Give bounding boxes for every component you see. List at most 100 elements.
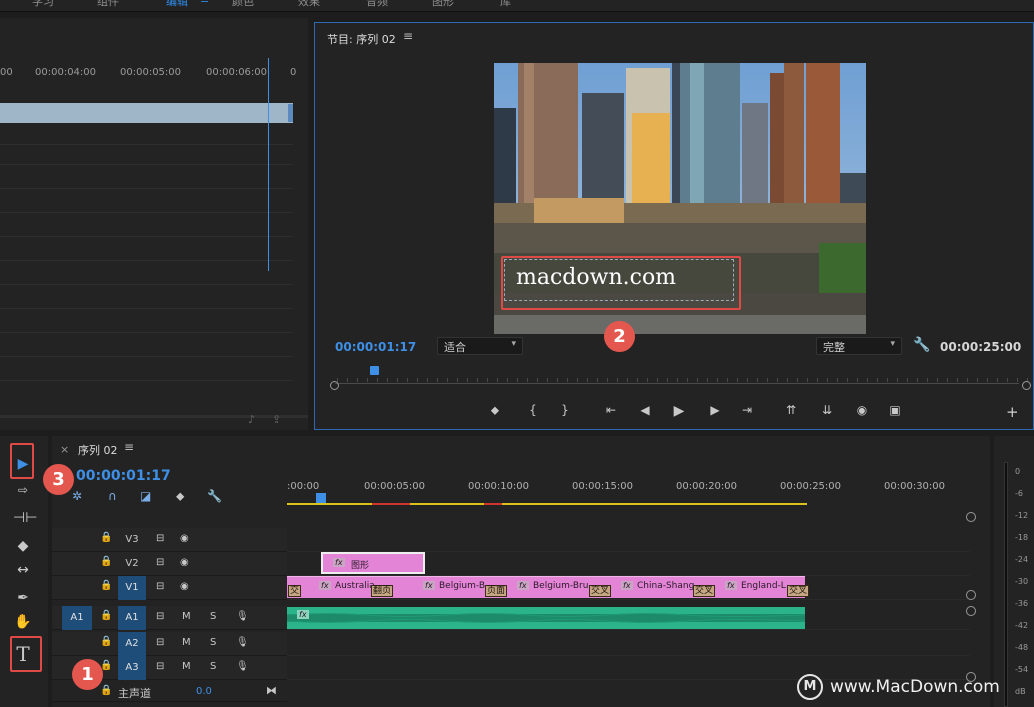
play-icon[interactable]: ▶ [671,403,687,419]
zoom-handle-right[interactable] [1022,381,1031,390]
add-button-icon[interactable]: + [1006,403,1019,421]
track-name-v1[interactable]: V1 [118,576,146,600]
hand-tool-icon[interactable]: ✋ [13,612,33,632]
lock-icon[interactable]: 🔒 [100,532,112,543]
workspace-tab-color[interactable]: 颜色 [232,0,254,9]
track-name-v2[interactable]: V2 [118,552,146,576]
track-select-tool-icon[interactable]: ⇨ [13,480,33,500]
timeline-time-ruler[interactable]: :00:00 00:00:05:00 00:00:10:00 00:00:15:… [287,480,970,510]
add-marker-icon[interactable]: ⬥ [487,403,503,418]
v1-clip-label[interactable]: England-L [741,581,786,591]
audio-clip[interactable]: fx [287,607,805,629]
zoom-handle-left[interactable] [330,381,339,390]
track-name-a2[interactable]: A2 [118,632,146,656]
timeline-menu-icon[interactable]: ≡ [124,440,134,454]
mute-button[interactable]: M [182,661,191,672]
v1-clip-label[interactable]: China-Shang [637,581,694,591]
slip-tool-icon[interactable]: ↔ [13,560,33,580]
transition-marker[interactable]: 交叉 [787,585,810,597]
go-to-in-icon[interactable]: ⇤ [603,403,619,417]
program-monitor-title[interactable]: 节目: 序列 02 [327,31,396,47]
lock-icon[interactable]: 🔒 [100,685,112,696]
track-lane-a2[interactable] [287,632,970,656]
sync-lock-icon[interactable]: ⊟ [156,637,164,648]
track-lane-v1[interactable]: fx Australia fx Belgium-B fx Belgium-Bru… [287,576,970,600]
mark-in-icon[interactable]: { [525,403,541,417]
sync-lock-icon[interactable]: ⊟ [156,581,164,592]
sync-lock-icon[interactable]: ⊟ [156,661,164,672]
track-name-a3[interactable]: A3 [118,656,146,680]
workspace-tab-menu-icon[interactable]: ≡ [200,0,209,6]
workspace-tab-libraries[interactable]: 库 [500,0,511,9]
fit-dropdown[interactable]: 适合 ▾ [437,337,523,355]
vertical-zoom-handle-top[interactable] [966,606,976,616]
program-menu-icon[interactable]: ≡ [403,29,413,43]
snap-magnet-icon[interactable]: ∩ [108,489,117,503]
program-time-ruler[interactable] [329,374,1028,384]
eye-icon[interactable]: ◉ [180,533,189,544]
mute-button[interactable]: M [182,637,191,648]
source-clip[interactable] [0,103,293,123]
source-export-icon[interactable]: ⇪ [272,413,281,426]
nest-toggle-icon[interactable]: ✲ [72,489,82,503]
timeline-sequence-tab[interactable]: 序列 02 [78,442,118,458]
solo-button[interactable]: S [210,637,216,648]
timeline-timecode[interactable]: 00:00:01:17 [76,468,171,484]
add-marker-icon[interactable]: ⬥ [176,489,184,504]
workspace-tab-effects[interactable]: 效果 [298,0,320,9]
lock-icon[interactable]: 🔒 [100,580,112,591]
workspace-tab-graphics[interactable]: 图形 [432,0,454,9]
program-current-timecode[interactable]: 00:00:01:17 [335,340,416,354]
solo-button[interactable]: S [210,611,216,622]
extract-icon[interactable]: ⇊ [819,403,835,417]
go-to-out-icon[interactable]: ⇥ [739,403,755,417]
pen-tool-icon[interactable]: ✒ [13,588,33,608]
lock-icon[interactable]: 🔒 [100,610,112,621]
workspace-tab-assembly[interactable]: 组件 [97,0,119,9]
v1-clip-label[interactable]: Australia [335,581,375,591]
source-scrollbar[interactable] [0,415,308,418]
v1-clip-label[interactable]: Belgium-Bru [533,581,588,591]
track-name-v3[interactable]: V3 [118,528,146,552]
track-lane-v3[interactable] [287,528,970,552]
program-playhead[interactable] [370,366,379,375]
mark-out-icon[interactable]: } [557,403,573,417]
transition-marker[interactable]: 交叉 [589,585,612,597]
razor-tool-icon[interactable]: ◆ [13,536,33,556]
transition-marker[interactable]: 翻页 [371,585,394,597]
linked-selection-icon[interactable]: ◪ [140,489,151,503]
v1-clip-strip[interactable]: fx Australia fx Belgium-B fx Belgium-Bru… [287,576,810,598]
work-area-bar[interactable] [287,503,807,505]
sync-lock-icon[interactable]: ⊟ [156,611,164,622]
close-icon[interactable]: × [60,443,69,456]
microphone-icon[interactable]: 🎙 [236,637,249,648]
track-lane-a1[interactable]: fx [287,606,970,630]
transition-marker[interactable]: 交叉 [693,585,716,597]
compare-view-icon[interactable]: ▣ [887,403,903,417]
lift-icon[interactable]: ⇈ [783,403,799,417]
workspace-tab-audio[interactable]: 音频 [366,0,388,9]
sync-lock-icon[interactable]: ⊟ [156,557,164,568]
vertical-zoom-handle-top[interactable] [966,512,976,522]
eye-icon[interactable]: ◉ [180,581,189,592]
eye-icon[interactable]: ◉ [180,557,189,568]
go-to-end-icon[interactable]: ⧓ [266,684,277,697]
workspace-tab-editing[interactable]: 编辑 [166,0,188,9]
step-back-icon[interactable]: ◀ [637,403,653,417]
timeline-playhead-handle[interactable] [316,493,326,503]
v1-clip-label[interactable]: Belgium-B [439,581,485,591]
lock-icon[interactable]: 🔒 [100,556,112,567]
vertical-zoom-handle-bottom[interactable] [966,590,976,600]
source-clip-handle[interactable] [288,104,293,122]
transition-marker[interactable]: 交 [288,585,302,597]
microphone-icon[interactable]: 🎙 [236,611,249,622]
microphone-icon[interactable]: 🎙 [236,661,249,672]
lock-icon[interactable]: 🔒 [100,636,112,647]
graphic-clip[interactable]: fx 图形 [321,552,425,574]
master-volume-value[interactable]: 0.0 [196,686,212,697]
mute-button[interactable]: M [182,611,191,622]
quality-dropdown[interactable]: 完整 ▾ [816,337,902,355]
transition-marker[interactable]: 页面 [485,585,508,597]
step-forward-icon[interactable]: ▶ [707,403,723,417]
source-patch-a1[interactable]: A1 [62,606,92,630]
